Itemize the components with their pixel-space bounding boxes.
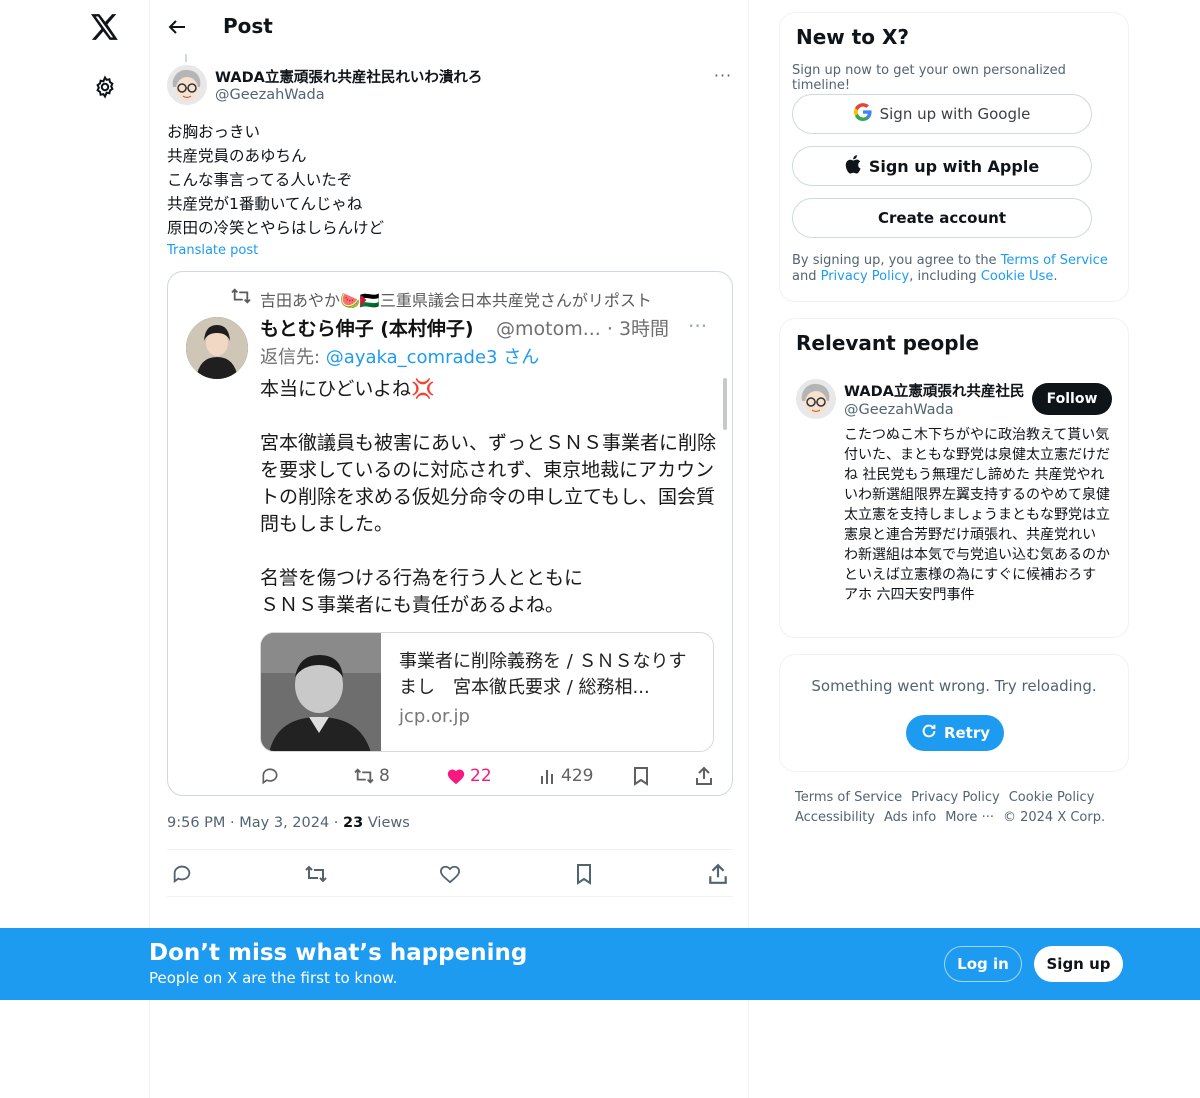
post-media-image[interactable]: 吉田あやか🍉🇵🇸三重県議会日本共産党さんがリポスト もとむら伸子 (本村伸子) … <box>167 271 733 796</box>
footer-accessibility-link[interactable]: Accessibility <box>795 810 875 825</box>
quoted-repost-number: 8 <box>379 766 390 786</box>
error-message: Something went wrong. Try reloading. <box>811 677 1097 695</box>
google-signup-label: Sign up with Google <box>879 105 1031 123</box>
footer-copyright: © 2024 X Corp. <box>1002 810 1106 825</box>
link-thumbnail <box>261 633 381 751</box>
relevant-name[interactable]: WADA立憲頑張れ共産社民 <box>844 380 1024 401</box>
signup-banner: Don’t miss what’s happening People on X … <box>0 928 1200 1000</box>
relevant-handle[interactable]: @GeezahWada <box>844 402 954 418</box>
relevant-people-card: Relevant people WADA立憲頑張れ共産社民 @GeezahWad… <box>779 318 1129 638</box>
legal-and: and <box>792 269 821 284</box>
relevant-bio: こたつぬこ木下ちがやに政治教えて貰い気付いた、まともな野党は泉健太立憲だけだね … <box>844 427 1110 603</box>
post-time[interactable]: 9:56 PM <box>167 815 225 831</box>
reposted-by-line: 吉田あやか🍉🇵🇸三重県議会日本共産党さんがリポスト <box>260 291 652 310</box>
page-title: Post <box>223 14 273 38</box>
link-domain: jcp.or.jp <box>399 706 470 727</box>
post-text-line: 共産党員のあゆちん <box>167 147 307 165</box>
reply-icon[interactable] <box>169 861 195 887</box>
post-date[interactable]: May 3, 2024 <box>239 815 329 831</box>
post-text-line: お胸おっきい <box>167 123 261 141</box>
quoted-body-text: 本当にひどいよね💢 宮本徹議員も被害にあい、ずっとＳＮＳ事業者に削除を要求してい… <box>260 378 717 616</box>
repost-icon <box>230 287 252 309</box>
quoted-share-icon <box>694 766 714 786</box>
follow-button[interactable]: Follow <box>1032 383 1112 415</box>
banner-title: Don’t miss what’s happening <box>149 940 528 966</box>
privacy-link[interactable]: Privacy Policy <box>821 269 910 284</box>
legal-including: , including <box>909 269 981 284</box>
author-handle[interactable]: @GeezahWada <box>215 87 325 103</box>
footer-privacy-link[interactable]: Privacy Policy <box>911 790 1000 805</box>
post-text-line: 共産党が1番動いてんじゃね <box>167 195 363 213</box>
relevant-people-title: Relevant people <box>796 331 980 355</box>
reply-mention: @ayaka_comrade3 さん <box>325 347 540 368</box>
terms-link[interactable]: Terms of Service <box>1001 253 1108 268</box>
post-timestamp: 9:56 PM · May 3, 2024 · 23 Views <box>167 815 410 831</box>
translate-post-link[interactable]: Translate post <box>167 243 258 258</box>
signup-subtitle: Sign up now to get your own personalized… <box>792 63 1066 93</box>
footer-cookie-link[interactable]: Cookie Policy <box>1009 790 1095 805</box>
create-account-button[interactable]: Create account <box>792 198 1092 238</box>
repost-icon[interactable] <box>303 861 329 887</box>
signup-button[interactable]: Sign up <box>1034 946 1123 982</box>
quoted-views-count: 429 <box>539 766 593 786</box>
refresh-icon <box>920 722 938 744</box>
legal-period: . <box>1053 269 1058 284</box>
reply-prefix: 返信先: <box>260 347 326 368</box>
author-avatar[interactable] <box>167 65 207 105</box>
apple-signup-button[interactable]: Sign up with Apple <box>792 146 1092 186</box>
footer-more-link[interactable]: More ··· <box>945 810 994 825</box>
footer-ads-link[interactable]: Ads info <box>884 810 936 825</box>
footer-terms-link[interactable]: Terms of Service <box>795 790 902 805</box>
login-button[interactable]: Log in <box>944 946 1022 982</box>
views-label: Views <box>367 815 410 831</box>
post-text-line: こんな事言ってる人いたぞ <box>167 171 353 189</box>
x-logo-icon[interactable] <box>86 8 124 46</box>
signup-card: New to X? Sign up now to get your own pe… <box>779 12 1129 302</box>
error-card: Something went wrong. Try reloading. Ret… <box>779 654 1129 772</box>
back-arrow-icon[interactable] <box>164 14 190 40</box>
quoted-avatar <box>186 317 248 379</box>
gear-icon[interactable] <box>86 68 124 106</box>
legal-prefix: By signing up, you agree to the <box>792 253 1001 268</box>
apple-signup-label: Sign up with Apple <box>868 156 1040 176</box>
post-action-bar <box>167 849 733 897</box>
share-icon[interactable] <box>705 861 731 887</box>
views-count: 23 <box>343 815 364 831</box>
relevant-avatar[interactable] <box>796 379 836 419</box>
quoted-author-name: もとむら伸子 (本村伸子) <box>260 318 474 340</box>
retry-label: Retry <box>943 724 991 742</box>
quoted-like-count: 22 <box>446 766 492 786</box>
bookmark-icon[interactable] <box>571 861 597 887</box>
footer-links: Terms of Service Privacy Policy Cookie Pol… <box>795 788 1115 828</box>
post-header: Post <box>150 0 750 54</box>
like-icon[interactable] <box>437 861 463 887</box>
more-options-icon[interactable]: ··· <box>710 66 736 86</box>
quoted-like-number: 22 <box>470 766 492 786</box>
link-title: 事業者に削除義務を / ＳＮＳなりすまし 宮本徹氏要求 / 総務相... <box>399 651 687 698</box>
quoted-more-icon: ··· <box>688 314 708 338</box>
signup-legal-text: By signing up, you agree to the Terms of… <box>792 253 1114 285</box>
quoted-author-handle: @motom... · 3時間 <box>496 318 670 340</box>
retry-button[interactable]: Retry <box>906 715 1004 751</box>
quoted-repost-count: 8 <box>353 766 390 786</box>
post-text: お胸おっきい 共産党員のあゆちん こんな事言ってる人いたぞ 共産党が1番動いてん… <box>167 120 384 240</box>
quoted-reply-icon <box>260 766 280 786</box>
author-name[interactable]: WADA立憲頑張れ共産社民れいわ潰れろ <box>215 66 482 87</box>
scrollbar <box>723 378 727 430</box>
google-signup-button[interactable]: Sign up with Google <box>792 94 1092 134</box>
thread-line <box>185 54 187 62</box>
signup-title: New to X? <box>796 25 910 49</box>
banner-subtitle: People on X are the first to know. <box>149 969 398 987</box>
quoted-bookmark-icon <box>632 766 650 786</box>
google-icon <box>853 103 872 125</box>
quoted-link-card: 事業者に削除義務を / ＳＮＳなりすまし 宮本徹氏要求 / 総務相... jcp… <box>260 632 714 752</box>
quoted-reply-to: 返信先: @ayaka_comrade3 さん <box>260 343 539 369</box>
apple-icon <box>845 154 861 178</box>
post-text-line: 原田の冷笑とやらはしらんけど <box>167 219 385 237</box>
quoted-views-number: 429 <box>561 766 594 786</box>
cookie-link[interactable]: Cookie Use <box>981 269 1054 284</box>
